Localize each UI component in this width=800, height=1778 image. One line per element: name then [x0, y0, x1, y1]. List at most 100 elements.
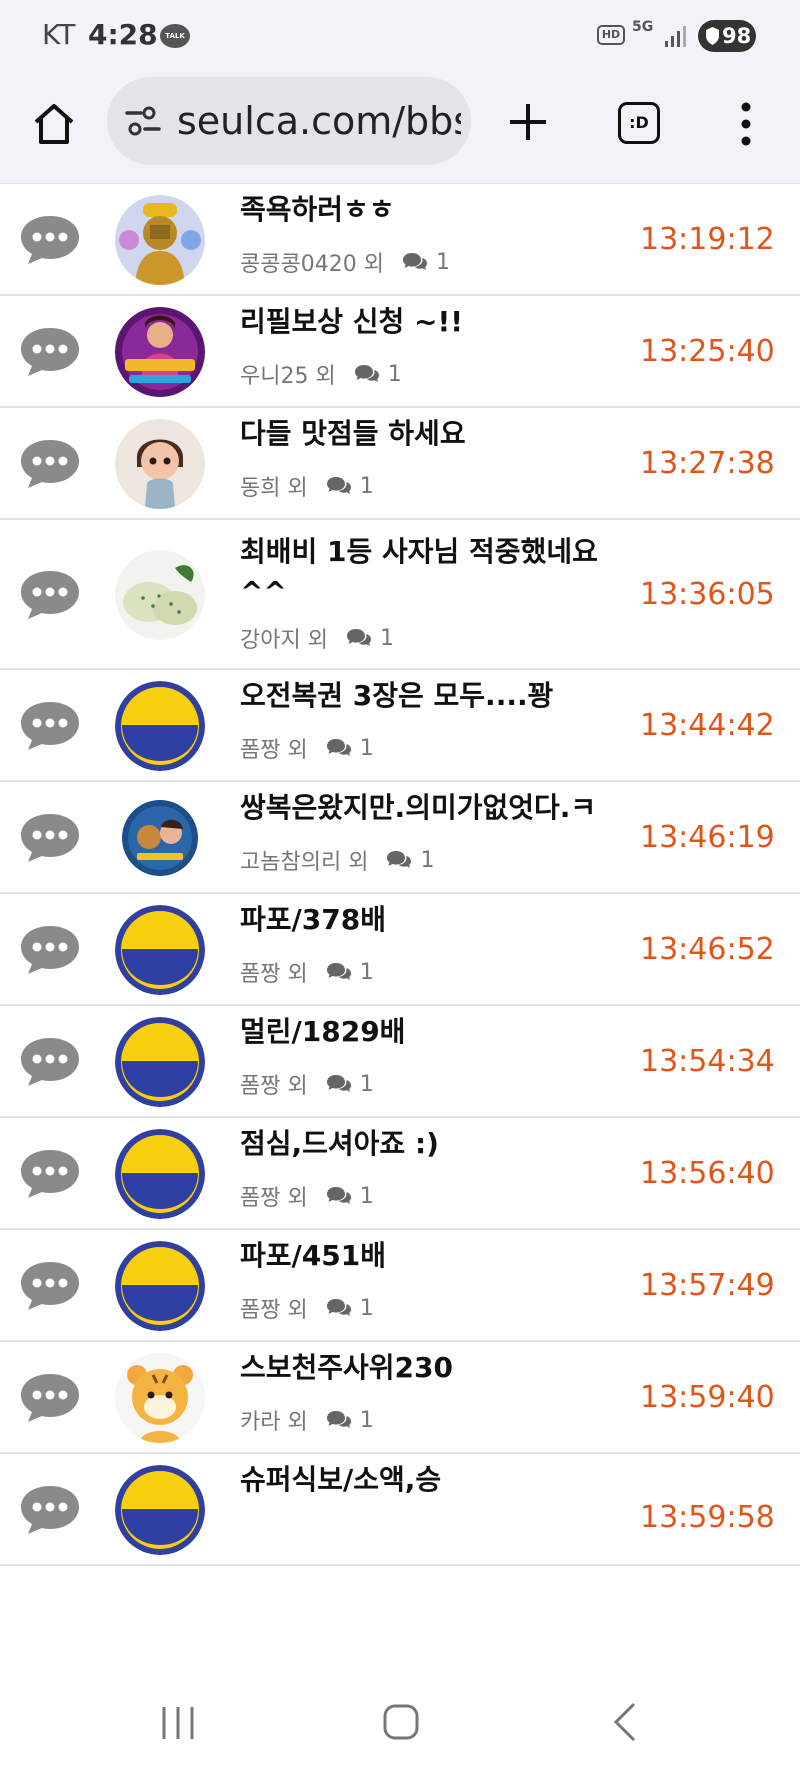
home-nav-icon[interactable] — [382, 1703, 420, 1741]
comments-icon — [326, 738, 352, 758]
site-settings-icon[interactable] — [125, 105, 161, 137]
author-avatar[interactable] — [115, 1241, 205, 1331]
browser-toolbar: seulca.com/bbs :D — [0, 70, 800, 184]
post-time: 13:19:12 — [640, 222, 775, 257]
author-avatar[interactable] — [115, 1353, 205, 1443]
author-avatar[interactable] — [115, 905, 205, 995]
post-title[interactable]: 파포/451배 — [240, 1236, 620, 1276]
post-row[interactable]: 최배비 1등 사자님 적중했네요 ^^ 강아지 외 1 13:36:05 — [0, 520, 800, 670]
post-row[interactable]: 오전복권 3장은 모두....꽝폼짱 외 1 13:44:42 — [0, 670, 800, 782]
author-avatar[interactable] — [115, 1017, 205, 1107]
post-title[interactable]: 점심,드셔아죠 :) — [240, 1124, 620, 1164]
post-row[interactable]: 족욕하러ㅎㅎ 콩콩콩0420 외 1 13:19:12 — [0, 184, 800, 296]
post-author: 고놈참의리 외 — [240, 850, 369, 875]
comments-icon — [346, 628, 372, 648]
comments-icon — [326, 962, 352, 982]
post-author: 동희 외 — [240, 476, 308, 501]
post-time: 13:56:40 — [640, 1156, 775, 1191]
post-time: 13:59:58 — [640, 1500, 775, 1535]
post-title[interactable]: 오전복권 3장은 모두....꽝 — [240, 676, 620, 716]
post-time: 13:25:40 — [640, 334, 775, 369]
post-title[interactable]: 스보천주사위230 — [240, 1348, 620, 1388]
post-author: 폼짱 외 — [240, 1074, 308, 1099]
post-meta: 우니25 외 1 — [240, 358, 402, 390]
author-avatar[interactable] — [115, 1129, 205, 1219]
comment-count: 1 — [435, 249, 450, 275]
url-text[interactable]: seulca.com/bbs — [177, 97, 461, 145]
post-time: 13:36:05 — [640, 577, 775, 612]
more-menu-icon[interactable] — [738, 100, 754, 148]
chat-bubble-icon — [18, 214, 82, 266]
author-avatar[interactable] — [115, 550, 205, 640]
author-avatar[interactable] — [115, 681, 205, 771]
post-author: 우니25 외 — [240, 364, 336, 389]
chat-bubble-icon — [18, 812, 82, 864]
post-author: 강아지 외 — [240, 628, 328, 653]
comment-count: 1 — [379, 625, 394, 651]
author-avatar[interactable] — [115, 793, 205, 883]
post-title[interactable]: 쌍복은왔지만.의미가없엇다.ㅋ — [240, 788, 620, 828]
signal-icon — [665, 26, 686, 47]
post-title[interactable]: 파포/378배 — [240, 900, 620, 940]
address-bar[interactable]: seulca.com/bbs — [107, 77, 471, 165]
post-time: 13:54:34 — [640, 1044, 775, 1079]
comment-count: 1 — [359, 735, 374, 761]
comment-count: 1 — [359, 473, 374, 499]
post-row[interactable]: 슈퍼식보/소액,승 13:59:58 — [0, 1454, 800, 1566]
post-row[interactable]: 스보천주사위230 카라 외 1 13:59:40 — [0, 1342, 800, 1454]
5g-icon: 5G — [632, 19, 654, 35]
post-title[interactable]: 리필보상 신청 ~!! — [240, 302, 620, 342]
chat-bubble-icon — [18, 1260, 82, 1312]
post-meta: 폼짱 외 1 — [240, 1292, 374, 1324]
chat-bubble-icon — [18, 326, 82, 378]
author-avatar[interactable] — [115, 419, 205, 509]
author-avatar[interactable] — [115, 1465, 205, 1555]
post-row[interactable]: 파포/451배폼짱 외 1 13:57:49 — [0, 1230, 800, 1342]
comments-icon — [386, 850, 412, 870]
post-title[interactable]: 최배비 1등 사자님 적중했네요 ^^ — [240, 532, 620, 612]
post-row[interactable]: 파포/378배 폼짱 외 1 13:46:52 — [0, 894, 800, 1006]
post-row[interactable]: 멀린/1829배폼짱 외 1 13:54:34 — [0, 1006, 800, 1118]
post-time: 13:44:42 — [640, 708, 775, 743]
post-author: 폼짱 외 — [240, 738, 308, 763]
post-row[interactable]: 다들 맛점들 하세요 동희 외 1 13:27:38 — [0, 408, 800, 520]
post-row[interactable]: 리필보상 신청 ~!! 우니25 외 1 13:25:40 — [0, 296, 800, 408]
status-bar: KT 4:28 TALK HD 5G 98 — [0, 0, 800, 70]
post-title[interactable]: 슈퍼식보/소액,승 — [240, 1460, 620, 1500]
comment-count: 1 — [359, 1295, 374, 1321]
post-time: 13:57:49 — [640, 1268, 775, 1303]
comments-icon — [326, 476, 352, 496]
chat-bubble-icon — [18, 1484, 82, 1536]
post-row[interactable]: 점심,드셔아죠 :) 폼짱 외 1 13:56:40 — [0, 1118, 800, 1230]
post-title[interactable]: 멀린/1829배 — [240, 1012, 620, 1052]
post-title[interactable]: 다들 맛점들 하세요 — [240, 414, 620, 454]
post-title[interactable]: 족욕하러ㅎㅎ — [240, 190, 620, 230]
comments-icon — [326, 1410, 352, 1430]
author-avatar[interactable] — [115, 195, 205, 285]
chat-bubble-icon — [18, 700, 82, 752]
battery-icon: 98 — [698, 20, 756, 52]
post-author: 폼짱 외 — [240, 962, 308, 987]
post-row[interactable]: 쌍복은왔지만.의미가없엇다.ㅋ 고놈참의리 외 1 13:46:19 — [0, 782, 800, 894]
tab-switcher-icon[interactable]: :D — [618, 102, 660, 144]
home-icon[interactable] — [30, 100, 78, 148]
post-author: 콩콩콩0420 외 — [240, 252, 384, 277]
system-navigation-bar — [0, 1668, 800, 1778]
chat-bubble-icon — [18, 924, 82, 976]
comments-icon — [326, 1074, 352, 1094]
post-meta: 강아지 외 1 — [240, 622, 394, 654]
recent-apps-icon[interactable] — [158, 1703, 198, 1743]
comments-icon — [402, 252, 428, 272]
comment-count: 1 — [359, 1071, 374, 1097]
chat-bubble-icon — [18, 1148, 82, 1200]
post-meta: 콩콩콩0420 외 1 — [240, 246, 450, 278]
post-time: 13:59:40 — [640, 1380, 775, 1415]
back-icon[interactable] — [610, 1701, 640, 1743]
post-time: 13:46:19 — [640, 820, 775, 855]
post-list: 족욕하러ㅎㅎ 콩콩콩0420 외 1 13:19:12 리필보상 신청 ~!! 우니25 … — [0, 184, 800, 1668]
author-avatar[interactable] — [115, 307, 205, 397]
comment-count: 1 — [359, 959, 374, 985]
comment-count: 1 — [387, 361, 402, 387]
post-author: 폼짱 외 — [240, 1186, 308, 1211]
new-tab-icon[interactable] — [506, 100, 550, 144]
